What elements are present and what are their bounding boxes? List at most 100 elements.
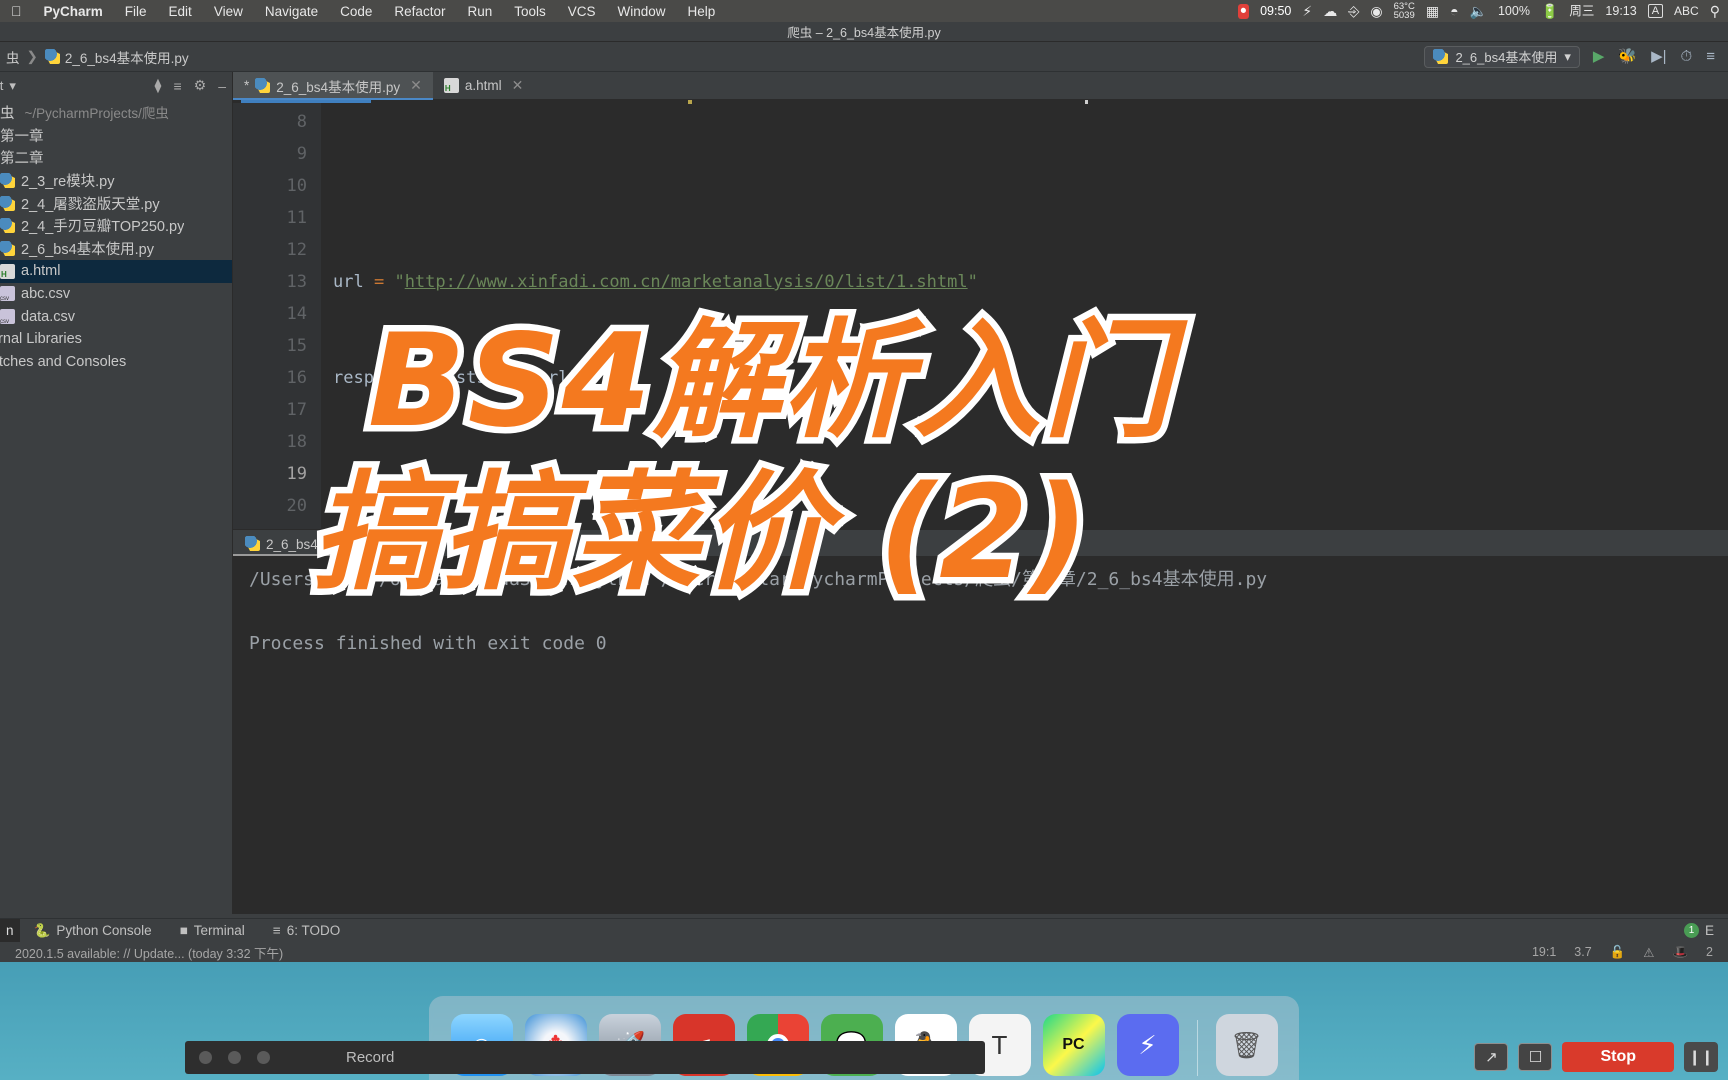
tree-row-project-root[interactable]: 虫 ~/PycharmProjects/爬虫: [0, 101, 232, 124]
tool-window-label: 6: TODO: [286, 923, 341, 938]
memory-meter-icon[interactable]: ▦: [1426, 4, 1439, 18]
menu-item-edit[interactable]: Edit: [158, 4, 203, 19]
tree-row-file-re[interactable]: 2_3_re模块.py: [0, 169, 232, 192]
code-text[interactable]: url = "http://www.xinfadi.com.cn/marketa…: [321, 100, 1728, 529]
color-wheel-icon[interactable]: ◉: [1370, 4, 1382, 18]
run-console-output[interactable]: /Users/sylar/opt/anaconda3/bin/python /U…: [233, 556, 1728, 914]
run-configuration-selector[interactable]: 2_6_bs4基本使用 ▾: [1424, 45, 1580, 68]
tree-label: 2_6_bs4基本使用.py: [21, 241, 154, 258]
close-icon[interactable]: ✕: [378, 535, 389, 551]
lock-icon[interactable]: 🔓: [1601, 945, 1635, 960]
temperature-monitor[interactable]: 63°C 5039: [1394, 1, 1415, 21]
bottom-left-tab[interactable]: n: [0, 918, 20, 943]
pause-recording-button[interactable]: ❙❙: [1684, 1042, 1718, 1072]
collapse-all-icon[interactable]: ≡: [167, 78, 187, 94]
run-tab-bs4[interactable]: 2_6_bs4基本使用 ✕: [233, 530, 401, 556]
event-log-badge[interactable]: 1 E: [1670, 923, 1728, 938]
recorder-dot-1[interactable]: [199, 1051, 212, 1064]
zoom-level[interactable]: 2: [1697, 945, 1722, 959]
line-number: 10: [286, 176, 307, 196]
tab-a-html[interactable]: a.html ✕: [433, 72, 535, 99]
tree-row-scratches[interactable]: ratches and Consoles: [0, 351, 232, 374]
tool-window-todo[interactable]: ≡ 6: TODO: [259, 923, 354, 938]
close-icon[interactable]: ✕: [512, 77, 524, 94]
breadcrumb-project[interactable]: 虫: [2, 47, 24, 67]
dock-separator: [1196, 1020, 1198, 1076]
menu-item-run[interactable]: Run: [456, 4, 503, 19]
code-editor[interactable]: 8 9 10 11 12 13 14 15 16 17 18 19 20 url…: [233, 100, 1728, 529]
tree-row-file-dytt[interactable]: 2_4_屠戮盗版天堂.py: [0, 192, 232, 215]
status-message[interactable]: 2020.1.5 available: // Update... (today …: [6, 943, 292, 962]
project-tree: 虫 ~/PycharmProjects/爬虫 第一章 第二章 2_3_re模块.…: [0, 99, 232, 373]
run-button[interactable]: ▶: [1593, 49, 1605, 64]
battery-icon[interactable]: 🔋: [1541, 4, 1558, 18]
line-number: 9: [296, 144, 307, 164]
input-method-label[interactable]: ABC: [1674, 5, 1699, 17]
chevron-down-icon: ▾: [1564, 48, 1571, 64]
dock-item-trash[interactable]: 🗑: [1215, 1014, 1278, 1076]
code-line-9: url = "http://www.xinfadi.com.cn/marketa…: [333, 272, 978, 292]
menu-item-file[interactable]: File: [114, 4, 158, 19]
input-method-letter[interactable]: A: [1647, 4, 1664, 18]
menu-item-navigate[interactable]: Navigate: [254, 4, 329, 19]
editor-column: * 2_6_bs4基本使用.py ✕ a.html ✕: [233, 72, 1728, 914]
tree-row-external-libraries[interactable]: ternal Libraries: [0, 328, 232, 351]
spotlight-icon[interactable]: ⚲: [1710, 4, 1720, 18]
tree-row-chapter1[interactable]: 第一章: [0, 124, 232, 147]
arrow-icon[interactable]: ↗: [1474, 1043, 1509, 1071]
gear-icon[interactable]: ⚙: [188, 77, 213, 94]
tree-row-file-abc-csv[interactable]: abc.csv: [0, 283, 232, 306]
menu-item-refactor[interactable]: Refactor: [383, 4, 456, 19]
stop-recording-button[interactable]: Stop: [1562, 1042, 1674, 1072]
tab-bs4-python-file[interactable]: * 2_6_bs4基本使用.py ✕: [233, 72, 433, 100]
menu-item-help[interactable]: Help: [677, 4, 727, 19]
python-file-icon: [44, 49, 60, 64]
project-title[interactable]: ect ▾: [0, 78, 16, 94]
menu-item-view[interactable]: View: [203, 4, 254, 19]
menu-item-vcs[interactable]: VCS: [557, 4, 607, 19]
menu-item-code[interactable]: Code: [329, 4, 383, 19]
debug-button[interactable]: 🐝: [1618, 49, 1637, 64]
dock-item-lightning[interactable]: ⚡: [1116, 1014, 1179, 1076]
tool-window-label: Python Console: [56, 923, 152, 938]
bolt-icon[interactable]: ⚡: [1302, 4, 1312, 18]
macos-menu-bar:  PyCharm File Edit View Navigate Code R…: [0, 0, 1728, 22]
window-icon[interactable]: ☐: [1518, 1043, 1553, 1071]
keyboard-tool-icon[interactable]: ⎆: [1348, 4, 1359, 18]
editor-scrollbar[interactable]: [1716, 100, 1728, 529]
menu-app-name[interactable]: PyCharm: [33, 4, 114, 19]
menu-item-tools[interactable]: Tools: [503, 4, 557, 19]
dock-item-pycharm[interactable]: PC: [1042, 1014, 1105, 1076]
hide-panel-icon[interactable]: –: [212, 78, 232, 94]
tree-row-file-ahtml[interactable]: a.html: [0, 259, 232, 283]
error-badge-icon[interactable]: ⚠: [1634, 945, 1663, 960]
ide-body: ect ▾ ⧫ ≡ ⚙ – 虫 ~/PycharmProjects/爬虫 第一: [0, 72, 1728, 914]
tool-window-terminal[interactable]: ■ Terminal: [166, 923, 259, 938]
profile-button[interactable]: ⏱: [1681, 49, 1693, 64]
menu-item-window[interactable]: Window: [607, 4, 677, 19]
more-actions-icon[interactable]: ≡: [1706, 49, 1715, 64]
volume-icon[interactable]: 🔈: [1470, 4, 1487, 18]
project-title-label: ect: [0, 78, 4, 93]
breadcrumb-file[interactable]: 2_6_bs4基本使用.py: [41, 47, 193, 67]
tree-row-chapter2[interactable]: 第二章: [0, 146, 232, 169]
python-interpreter[interactable]: 3.7: [1565, 945, 1600, 959]
tree-label: data.csv: [21, 308, 75, 325]
csv-file-icon: [0, 286, 15, 302]
wifi-icon[interactable]: ◓: [1450, 4, 1458, 18]
tree-row-file-bs4[interactable]: 2_6_bs4基本使用.py: [0, 237, 232, 260]
apple-menu-icon[interactable]: : [0, 3, 33, 19]
run-with-coverage-button[interactable]: ▶|: [1651, 49, 1666, 64]
screen-recorder-status[interactable]: ⏺: [1237, 3, 1250, 19]
tree-row-file-douban[interactable]: 2_4_手刃豆瓣TOP250.py: [0, 214, 232, 237]
tree-row-file-data-csv[interactable]: data.csv: [0, 305, 232, 328]
inspector-hat-icon[interactable]: 🎩: [1663, 945, 1697, 960]
tool-window-python-console[interactable]: 🐍 Python Console: [20, 923, 166, 939]
close-icon[interactable]: ✕: [410, 77, 422, 94]
tree-label: ratches and Consoles: [0, 353, 127, 370]
caret-position[interactable]: 19:1: [1523, 945, 1565, 959]
recorder-dot-3[interactable]: [257, 1051, 270, 1064]
recorder-dot-2[interactable]: [228, 1051, 241, 1064]
locate-file-icon[interactable]: ⧫: [149, 77, 168, 94]
cloud-sync-icon[interactable]: ☁: [1323, 4, 1337, 18]
